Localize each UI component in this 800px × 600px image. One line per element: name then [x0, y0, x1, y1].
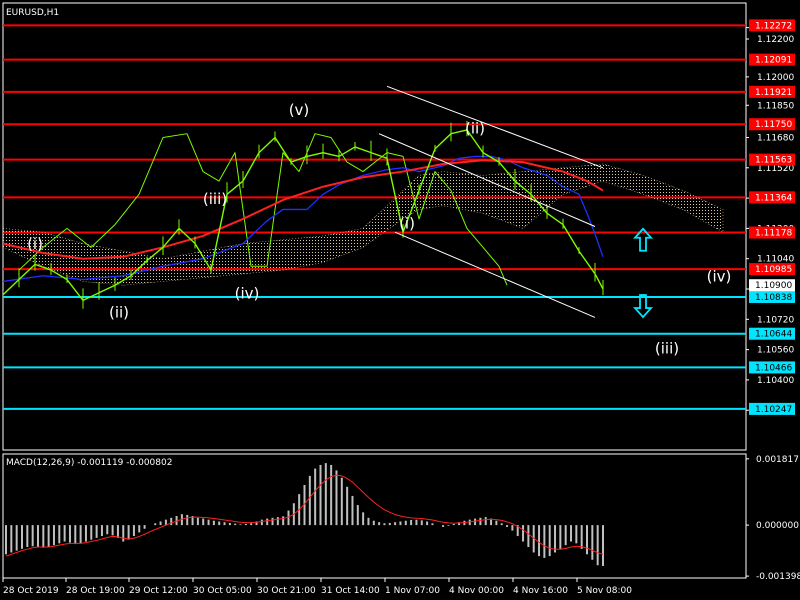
- time-tick-label: 4 Nov 16:00: [513, 586, 568, 596]
- current-price-label: 1.10900: [755, 281, 792, 291]
- price-tick-label: 1.10400: [757, 376, 794, 386]
- time-tick-label: 29 Oct 12:00: [129, 586, 188, 596]
- price-tick-label: 1.12200: [757, 35, 794, 45]
- wave-label: (iv): [707, 267, 732, 285]
- level-price-label: 1.11750: [755, 120, 792, 130]
- wave-label: (i): [27, 235, 43, 253]
- macd-tick-label: -0.001398: [756, 572, 800, 582]
- macd-tick-label: 0.000000: [756, 521, 799, 531]
- wave-label: (v): [289, 101, 310, 119]
- time-tick-label: 4 Nov 00:00: [449, 586, 504, 596]
- level-price-label: 1.10985: [755, 265, 792, 275]
- wave-label: (iv): [235, 284, 260, 302]
- wave-label: (ii): [109, 303, 129, 321]
- time-tick-label: 28 Oct 2019: [3, 586, 59, 596]
- level-price-label: 1.11563: [755, 156, 792, 166]
- level-price-label: 1.11921: [755, 88, 792, 98]
- time-tick-label: 5 Nov 08:00: [577, 586, 632, 596]
- trading-chart[interactable]: 1.122601.122001.120001.118501.116801.115…: [0, 0, 800, 600]
- time-tick-label: 30 Oct 21:00: [257, 586, 316, 596]
- chart-background: [0, 0, 800, 600]
- price-tick-label: 1.10560: [757, 346, 794, 356]
- price-tick-label: 1.10720: [757, 315, 794, 325]
- level-price-label: 1.10644: [755, 330, 792, 340]
- wave-label: (i): [399, 214, 415, 232]
- level-price-label: 1.10247: [755, 405, 792, 415]
- wave-label: (iii): [655, 339, 679, 357]
- wave-label: (iii): [203, 190, 227, 208]
- level-price-label: 1.11178: [755, 229, 792, 239]
- level-price-label: 1.10466: [755, 363, 792, 373]
- time-tick-label: 1 Nov 07:00: [385, 586, 440, 596]
- time-tick-label: 31 Oct 14:00: [321, 586, 380, 596]
- level-price-label: 1.10838: [755, 293, 792, 303]
- level-price-label: 1.11364: [755, 193, 792, 203]
- level-price-label: 1.12272: [755, 21, 792, 31]
- symbol-label: EURUSD,H1: [6, 8, 59, 18]
- macd-label: MACD(12,26,9) -0.001119 -0.000802: [6, 458, 172, 468]
- price-tick-label: 1.12000: [757, 73, 794, 83]
- time-tick-label: 28 Oct 19:00: [66, 586, 125, 596]
- price-tick-label: 1.11850: [757, 101, 794, 111]
- level-price-label: 1.12091: [755, 56, 792, 66]
- macd-tick-label: 0.001817: [756, 455, 799, 465]
- time-tick-label: 30 Oct 05:00: [193, 586, 252, 596]
- wave-label: (ii): [465, 120, 485, 138]
- price-tick-label: 1.11680: [757, 133, 794, 143]
